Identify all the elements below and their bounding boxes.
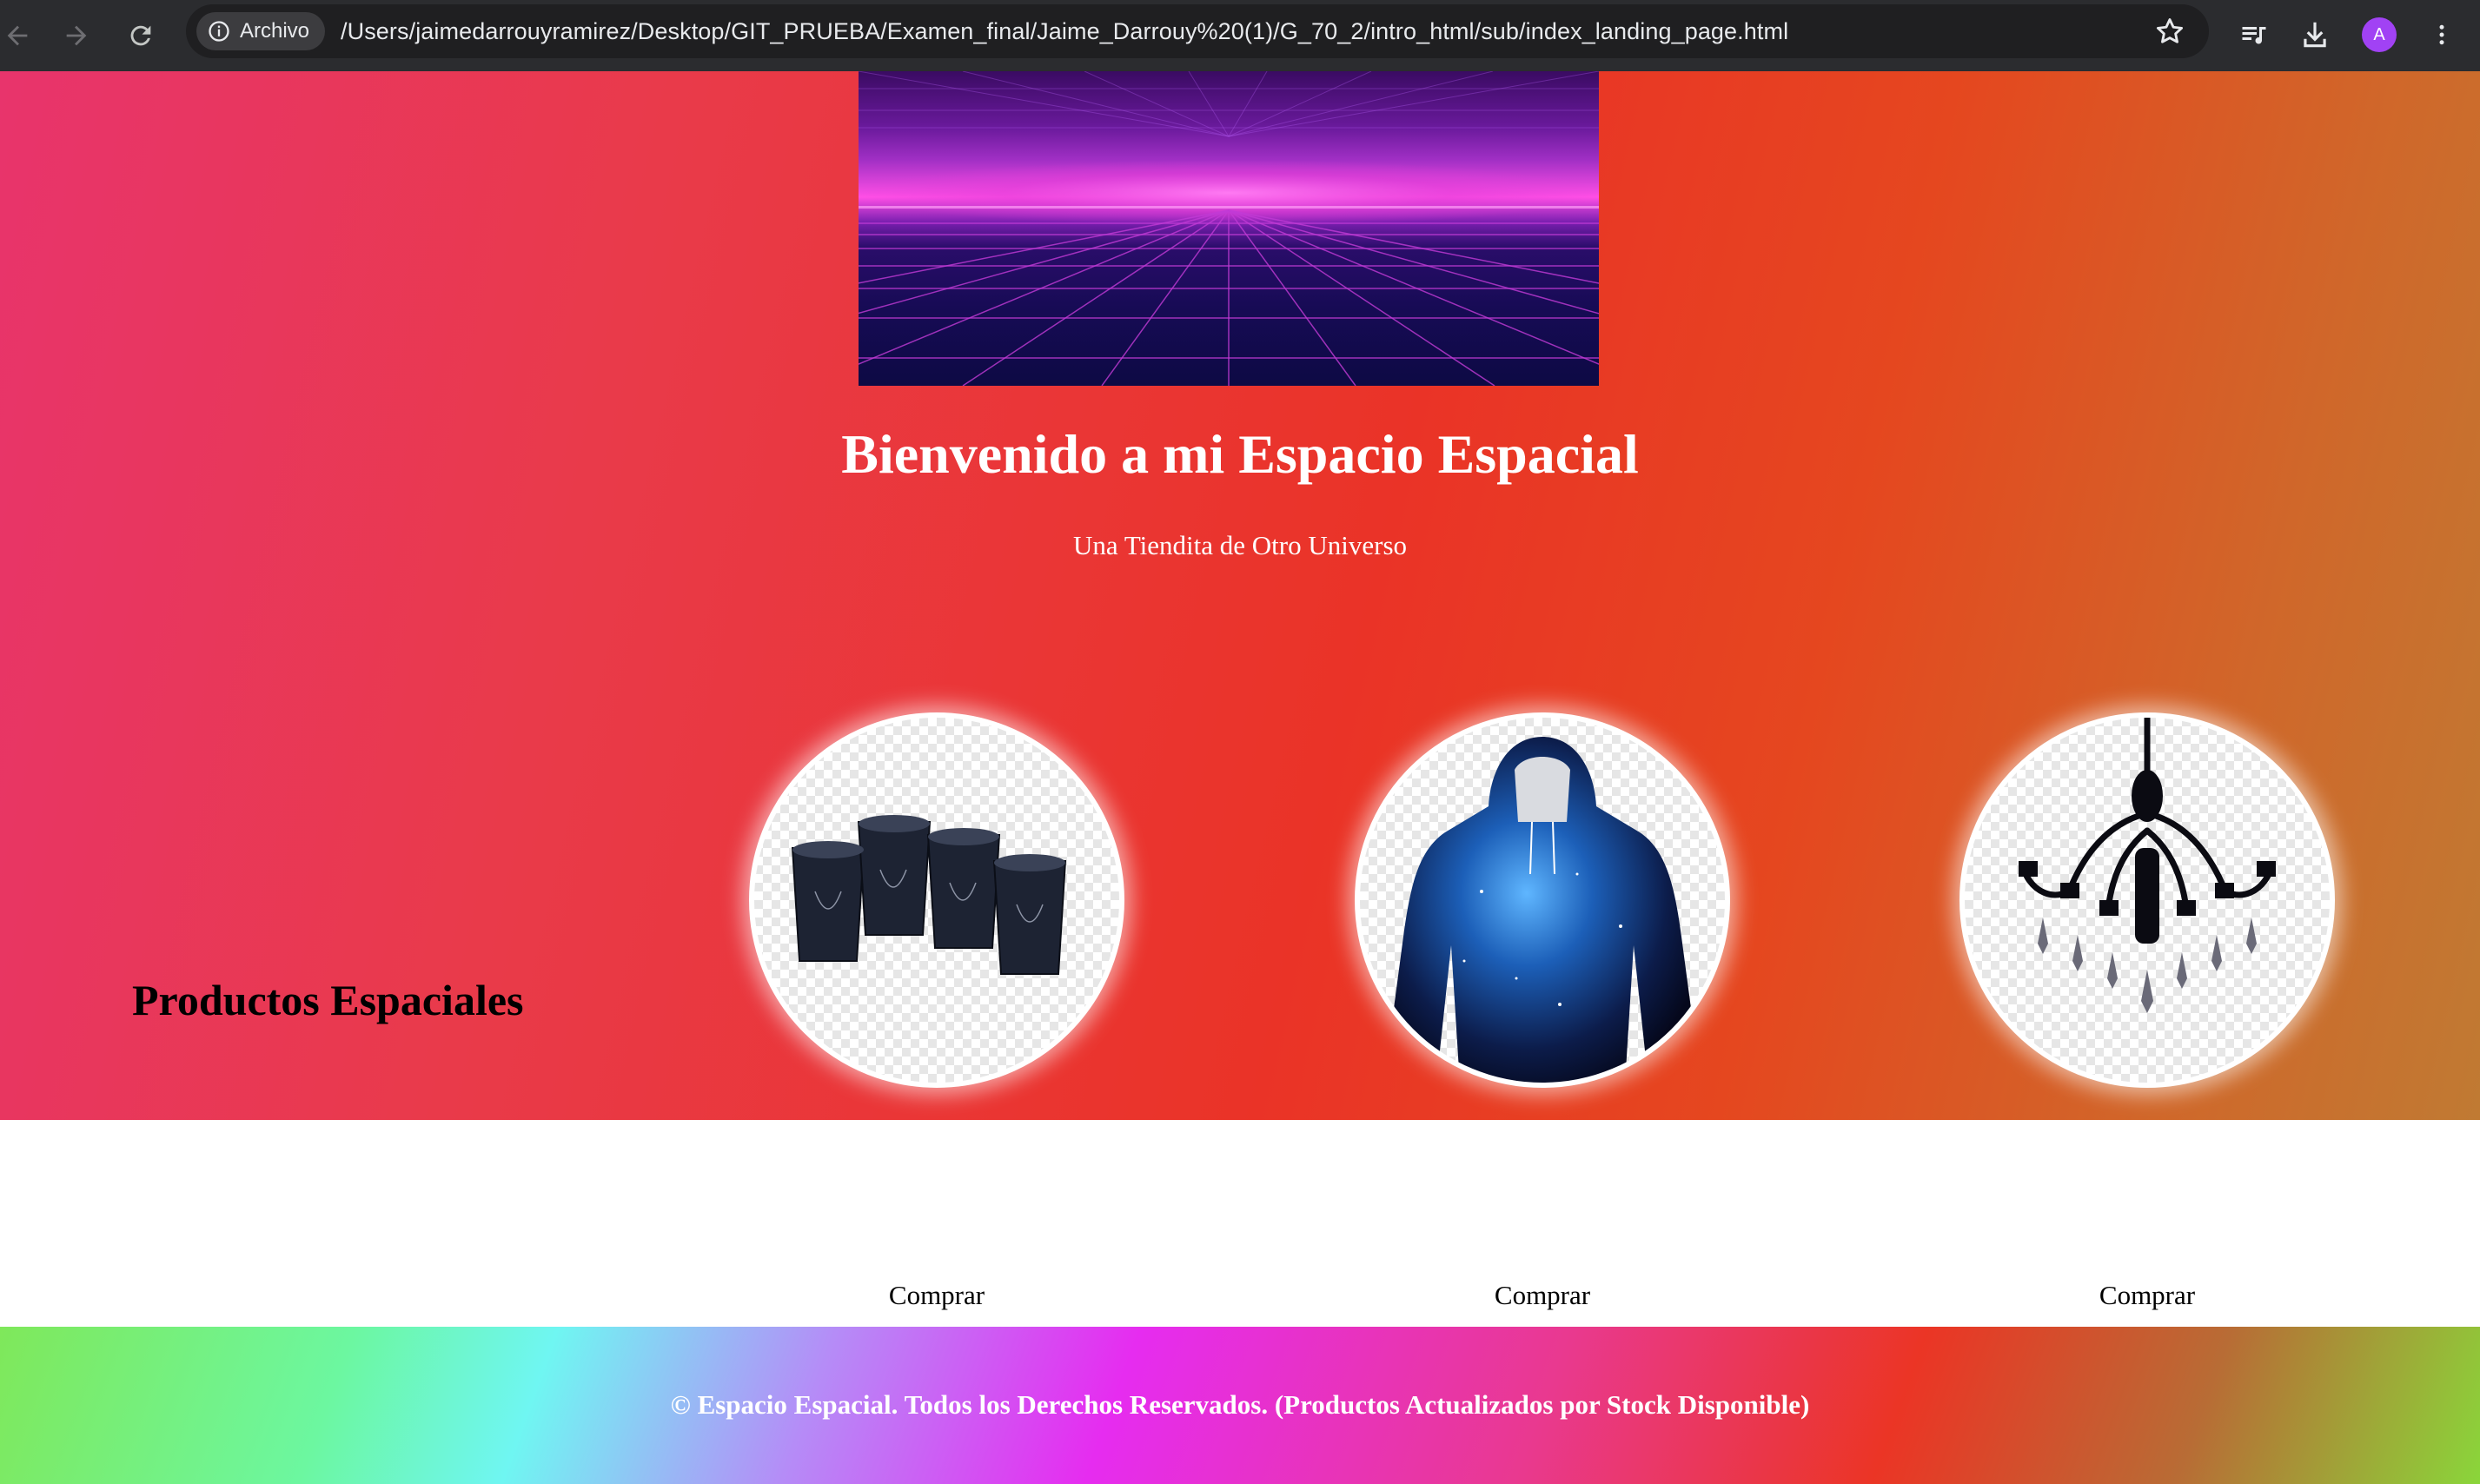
browser-menu-button[interactable]: [2419, 12, 2464, 57]
page-footer: © Espacio Espacial. Todos los Derechos R…: [0, 1327, 2480, 1484]
forward-icon: [66, 25, 87, 46]
url-text[interactable]: /Users/jaimedarrouyramirez/Desktop/GIT_P…: [341, 18, 1788, 45]
buy-button-2[interactable]: Comprar: [1360, 1279, 1725, 1312]
back-icon: [7, 25, 28, 46]
media-icon: [2242, 27, 2266, 44]
product-image-shot-glasses[interactable]: [749, 712, 1124, 1088]
reload-icon: [130, 25, 151, 46]
buy-button-1[interactable]: Comprar: [754, 1279, 1119, 1312]
product-name: Candelabro Espacial 30000 Aa: [1965, 1182, 2330, 1191]
info-icon: [209, 21, 229, 42]
menu-icon: [2439, 24, 2444, 45]
reload-button[interactable]: [116, 11, 165, 60]
downloads-button[interactable]: [2292, 12, 2337, 57]
avatar: A: [2362, 17, 2397, 52]
product-name: Poleron Espacial 20000 Aa: [1360, 1182, 1725, 1191]
profile-button[interactable]: A: [2357, 12, 2402, 57]
product-image-galaxy-hoodie[interactable]: [1355, 712, 1730, 1088]
product-image-chandelier[interactable]: [1959, 712, 2335, 1088]
hero-section: Bienvenido a mi Espacio Espacial Una Tie…: [0, 71, 2480, 1310]
page-title: Bienvenido a mi Espacio Espacial: [841, 423, 1639, 485]
footer-text: © Espacio Espacial. Todos los Derechos R…: [670, 1389, 1810, 1420]
product-name: Set Espacial 10000 Peke: [754, 1182, 1119, 1191]
star-icon[interactable]: [2153, 15, 2186, 48]
address-bar[interactable]: Archivo /Users/jaimedarrouyramirez/Deskt…: [186, 4, 2209, 58]
site-info-label: Archivo: [240, 19, 310, 43]
download-icon: [2304, 22, 2326, 48]
media-controls-button[interactable]: [2231, 12, 2277, 57]
site-info-chip[interactable]: Archivo: [196, 12, 326, 50]
browser-toolbar: Archivo /Users/jaimedarrouyramirez/Deskt…: [0, 0, 2480, 71]
products-section-title: Productos Espaciales: [132, 976, 524, 1024]
forward-button[interactable]: [52, 11, 101, 60]
back-button[interactable]: [0, 11, 42, 60]
buy-button-3[interactable]: Comprar: [1965, 1279, 2330, 1312]
page-subtitle: Una Tiendita de Otro Universo: [1072, 530, 1408, 560]
synthwave-banner-image: [859, 71, 1599, 386]
